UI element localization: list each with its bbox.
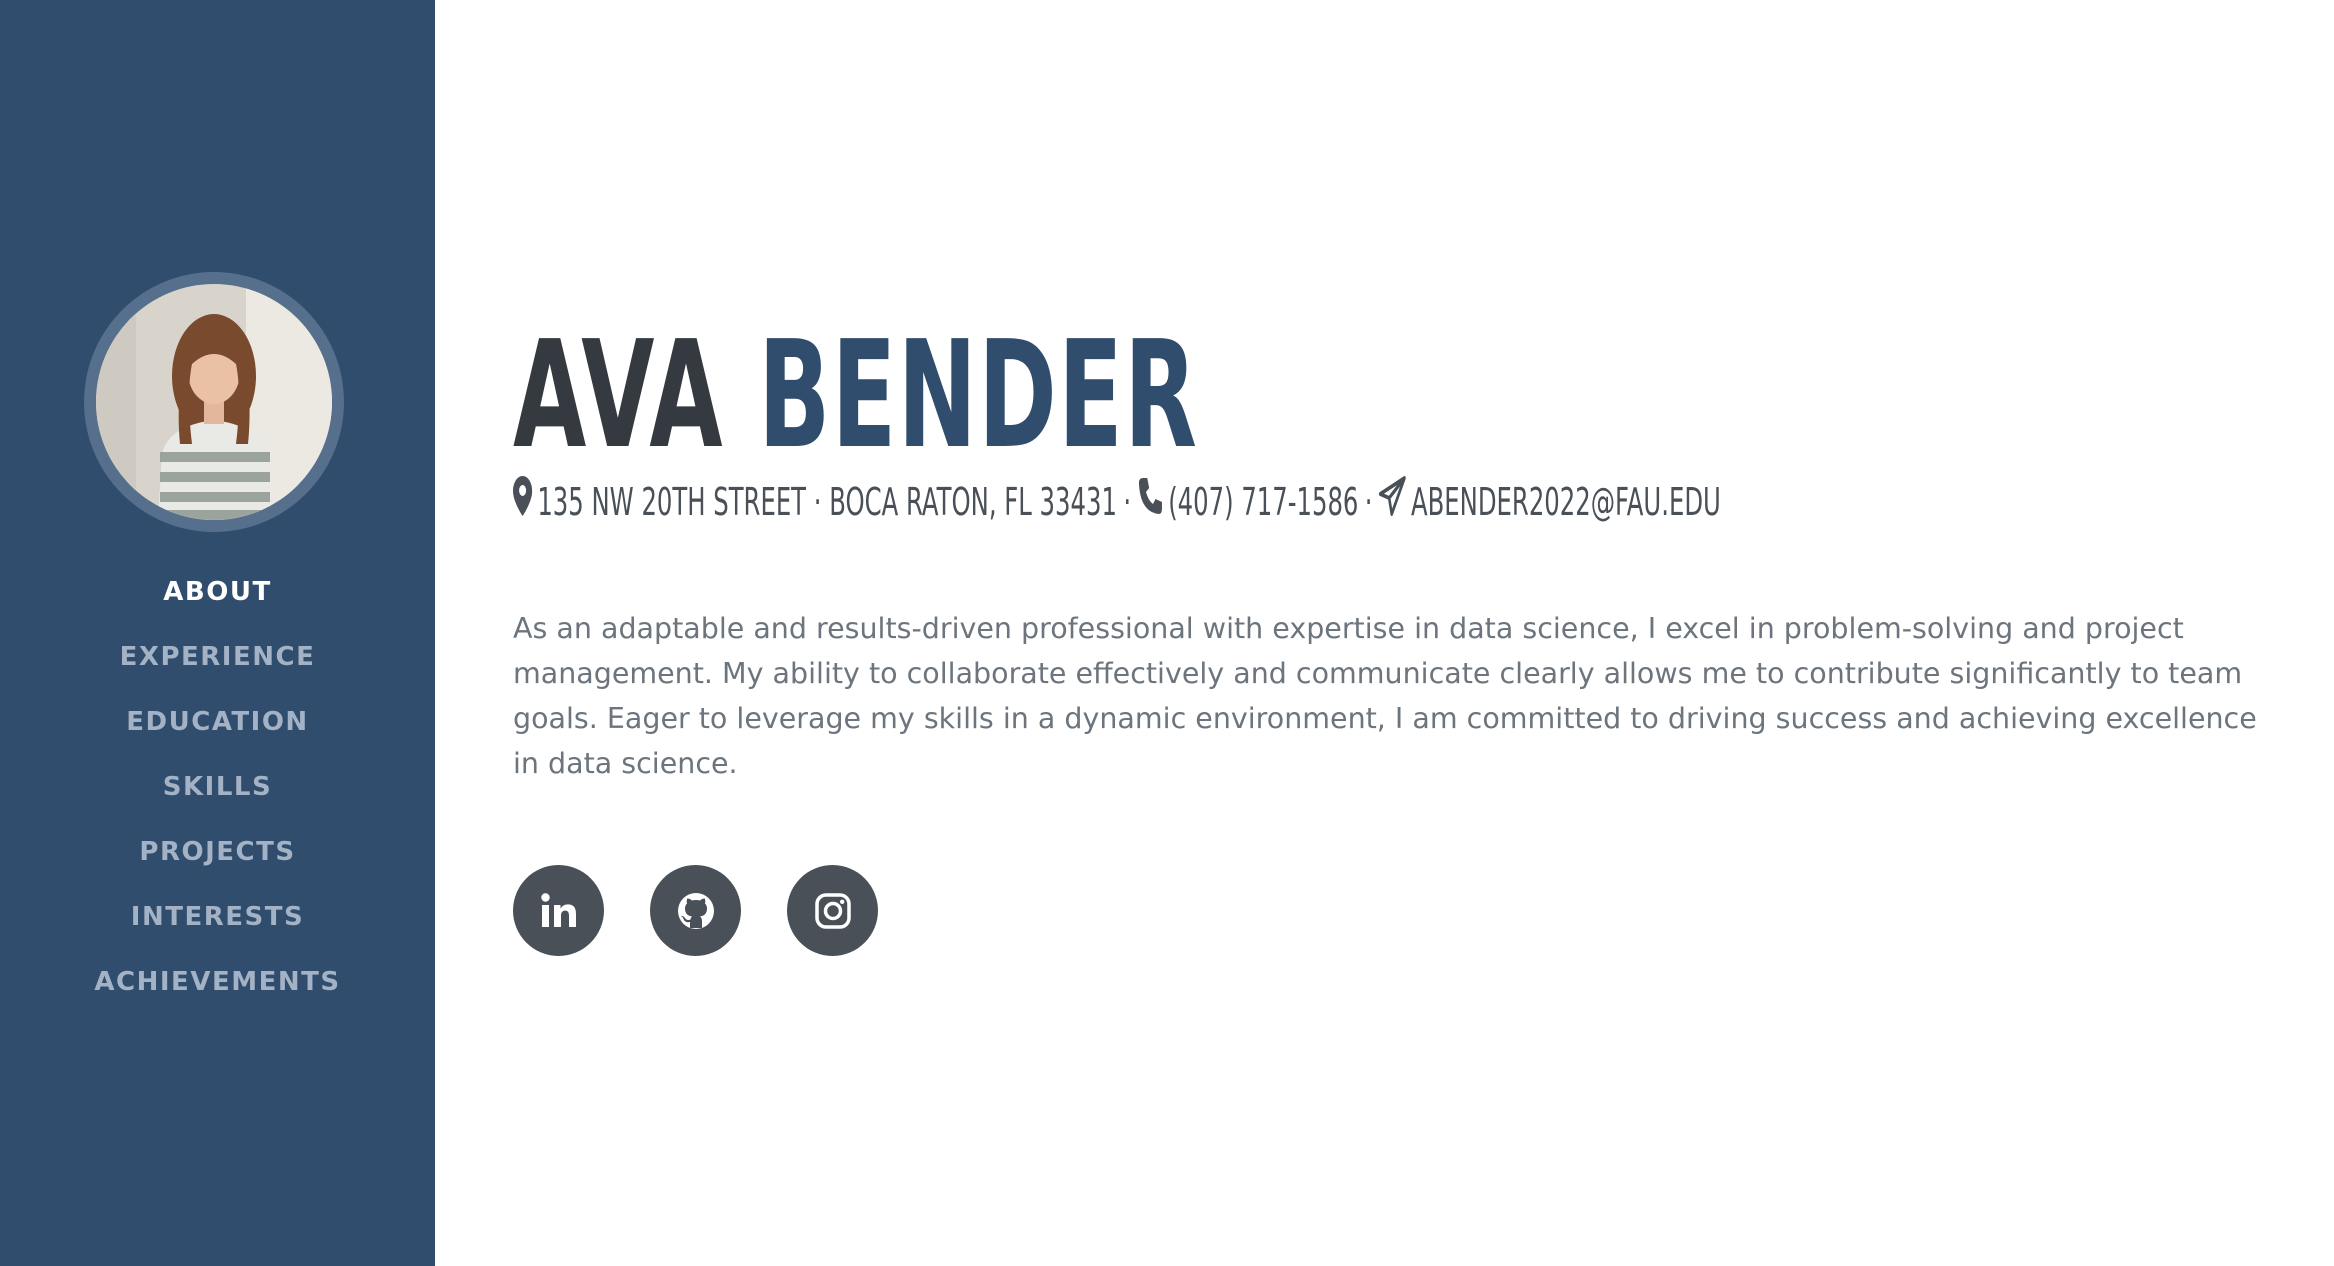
github-button[interactable] bbox=[650, 865, 741, 956]
nav-item-education[interactable]: EDUCATION bbox=[0, 690, 435, 755]
resume-page: ABOUT EXPERIENCE EDUCATION SKILLS PROJEC… bbox=[0, 0, 2334, 1266]
contact-line: 135 NW 20TH STREET · BOCA RATON, FL 3343… bbox=[513, 476, 1721, 527]
profile-photo bbox=[96, 284, 332, 520]
about-section: AVA BENDER 135 NW 20TH STREET · BOCA RAT… bbox=[513, 0, 2293, 1266]
avatar bbox=[84, 272, 344, 532]
map-marker-icon bbox=[513, 476, 533, 527]
linkedin-button[interactable] bbox=[513, 865, 604, 956]
paper-plane-icon bbox=[1378, 476, 1406, 527]
sidebar-nav: ABOUT EXPERIENCE EDUCATION SKILLS PROJEC… bbox=[0, 560, 435, 1015]
sidebar: ABOUT EXPERIENCE EDUCATION SKILLS PROJEC… bbox=[0, 0, 435, 1266]
instagram-icon bbox=[814, 892, 851, 929]
about-paragraph: As an adaptable and results-driven profe… bbox=[513, 612, 2257, 780]
contact-email[interactable]: ABENDER2022@FAU.EDU bbox=[1411, 478, 1721, 526]
nav-item-about[interactable]: ABOUT bbox=[0, 560, 435, 625]
nav-item-projects[interactable]: PROJECTS bbox=[0, 820, 435, 885]
social-links bbox=[513, 865, 878, 956]
contact-address: 135 NW 20TH STREET · BOCA RATON, FL 3343… bbox=[537, 479, 1117, 524]
first-name: AVA bbox=[513, 309, 724, 481]
github-icon bbox=[677, 892, 714, 929]
instagram-button[interactable] bbox=[787, 865, 878, 956]
linkedin-icon bbox=[540, 892, 576, 927]
phone-icon bbox=[1137, 476, 1163, 527]
contact-separator: · bbox=[1123, 479, 1132, 524]
page-title: AVA BENDER bbox=[513, 320, 1198, 470]
nav-item-experience[interactable]: EXPERIENCE bbox=[0, 625, 435, 690]
contact-separator: · bbox=[1364, 479, 1373, 524]
nav-item-interests[interactable]: INTERESTS bbox=[0, 885, 435, 950]
nav-item-skills[interactable]: SKILLS bbox=[0, 755, 435, 820]
last-name: BENDER bbox=[758, 309, 1199, 481]
contact-phone: (407) 717-1586 bbox=[1168, 479, 1359, 524]
nav-item-achievements[interactable]: ACHIEVEMENTS bbox=[0, 950, 435, 1015]
